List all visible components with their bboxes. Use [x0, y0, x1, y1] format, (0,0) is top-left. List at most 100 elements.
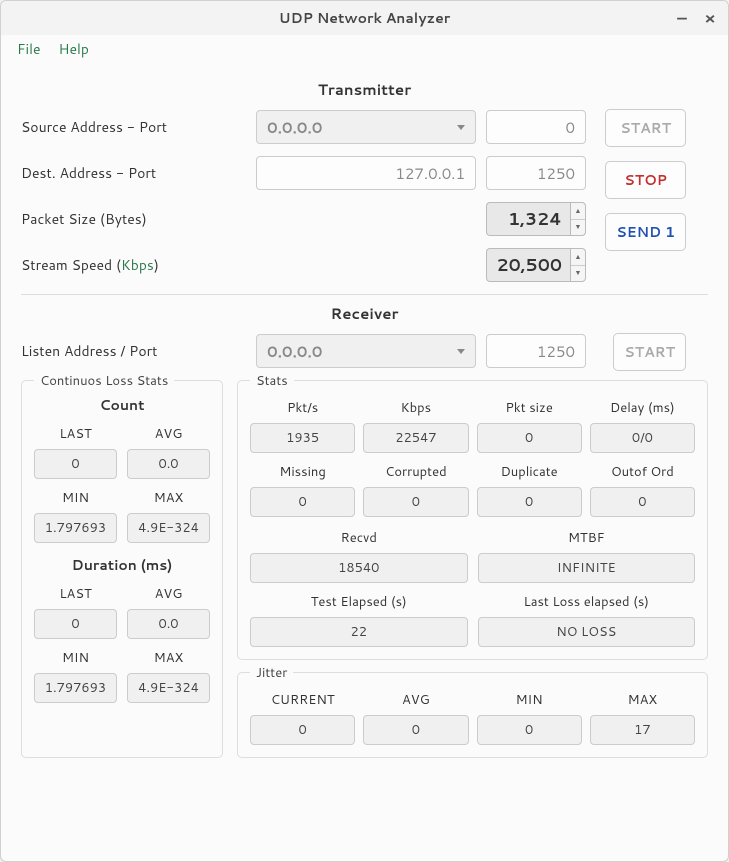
stats-pkts: 1935 — [250, 423, 355, 453]
close-icon[interactable]: × — [702, 10, 718, 26]
app-window: UDP Network Analyzer – × File Help Trans… — [0, 0, 729, 862]
loss-count-min: 1.797693 — [34, 513, 117, 543]
stats-pktsize: 0 — [477, 423, 582, 453]
window-controls: – × — [674, 1, 718, 35]
jitter-min: 0 — [477, 715, 582, 745]
stats-corrupted: 0 — [363, 487, 468, 517]
transmitter-title: Transmitter — [21, 79, 708, 100]
loss-dur-min-label: MIN — [34, 649, 117, 667]
packet-size-up-icon[interactable]: ▲ — [571, 203, 585, 220]
packet-size-spinner[interactable]: ▲ ▼ — [486, 202, 586, 236]
stats-title: Stats — [250, 372, 294, 390]
titlebar: UDP Network Analyzer – × — [1, 1, 728, 35]
loss-stats-title: Continuos Loss Stats — [34, 372, 174, 390]
loss-dur-max: 4.9E-324 — [127, 673, 210, 703]
tx-start-button[interactable]: START — [605, 109, 686, 147]
stats-delay-label: Delay (ms) — [590, 399, 695, 417]
stats-duplicate-label: Duplicate — [477, 463, 582, 481]
dest-port-input[interactable] — [486, 156, 586, 190]
stats-missing-label: Missing — [250, 463, 355, 481]
stats-kbps: 22547 — [363, 423, 468, 453]
stats-column: Stats Pkt/s Kbps Pkt size Delay (ms) 193… — [237, 380, 708, 758]
packet-size-down-icon[interactable]: ▼ — [571, 220, 585, 236]
loss-count-max-label: MAX — [127, 489, 210, 507]
loss-dur-max-label: MAX — [127, 649, 210, 667]
listen-row: Listen Address / Port 0.0.0.0 — [21, 334, 708, 368]
jitter-avg-label: AVG — [363, 691, 468, 709]
jitter-current: 0 — [250, 715, 355, 745]
stream-speed-spinner[interactable]: ▲ ▼ — [486, 248, 586, 282]
loss-count-head: Count — [34, 395, 210, 415]
listen-port-input[interactable] — [486, 334, 586, 368]
receiver-title: Receiver — [21, 303, 708, 324]
source-label: Source Address - Port — [21, 117, 246, 137]
stats-elapsed-label: Test Elapsed (s) — [250, 593, 468, 611]
window-title: UDP Network Analyzer — [279, 8, 450, 28]
stream-speed-down-icon[interactable]: ▼ — [571, 266, 585, 282]
transmitter-section: Transmitter START STOP SEND 1 Source Add… — [21, 79, 708, 282]
stats-group: Stats Pkt/s Kbps Pkt size Delay (ms) 193… — [237, 380, 708, 660]
stream-speed-up-icon[interactable]: ▲ — [571, 249, 585, 266]
stats-outoford: 0 — [590, 487, 695, 517]
rx-start-button[interactable]: START — [613, 333, 686, 371]
loss-dur-min: 1.797693 — [34, 673, 117, 703]
transmitter-buttons: START STOP SEND 1 — [605, 109, 686, 251]
bottom-panels: Continuos Loss Stats Count LAST AVG 0 0.… — [21, 380, 708, 758]
jitter-min-label: MIN — [477, 691, 582, 709]
stats-corrupted-label: Corrupted — [363, 463, 468, 481]
minimize-icon[interactable]: – — [674, 10, 690, 26]
divider — [21, 294, 708, 295]
stream-speed-input[interactable] — [486, 248, 570, 282]
listen-address-value: 0.0.0.0 — [267, 341, 322, 362]
packet-size-label: Packet Size (Bytes) — [21, 209, 246, 229]
jitter-max-label: MAX — [590, 691, 695, 709]
loss-dur-last: 0 — [34, 609, 117, 639]
stats-delay: 0/0 — [590, 423, 695, 453]
source-address-combo[interactable]: 0.0.0.0 — [256, 110, 476, 144]
stats-pktsize-label: Pkt size — [477, 399, 582, 417]
stats-outoford-label: Outof Ord — [590, 463, 695, 481]
loss-count-avg-label: AVG — [127, 425, 210, 443]
loss-count-avg: 0.0 — [127, 449, 210, 479]
loss-dur-avg: 0.0 — [127, 609, 210, 639]
stats-elapsed: 22 — [250, 617, 468, 647]
stats-pkts-label: Pkt/s — [250, 399, 355, 417]
menu-file[interactable]: File — [11, 35, 47, 63]
stats-duplicate: 0 — [477, 487, 582, 517]
loss-dur-last-label: LAST — [34, 585, 117, 603]
tx-stop-button[interactable]: STOP — [605, 161, 686, 199]
listen-address-combo[interactable]: 0.0.0.0 — [256, 334, 476, 368]
jitter-current-label: CURRENT — [250, 691, 355, 709]
packet-size-input[interactable] — [486, 202, 570, 236]
stats-recvd-label: Recvd — [250, 529, 468, 547]
jitter-title: Jitter — [250, 664, 293, 682]
jitter-max: 17 — [590, 715, 695, 745]
receiver-section: Receiver START STOP CSV Listen Address /… — [21, 303, 708, 758]
stats-kbps-label: Kbps — [363, 399, 468, 417]
stream-speed-row: Stream Speed (Kbps) ▲ ▼ — [21, 248, 708, 282]
menu-help[interactable]: Help — [53, 35, 95, 63]
menubar: File Help — [1, 35, 728, 63]
stats-mtbf-label: MTBF — [478, 529, 696, 547]
source-address-value: 0.0.0.0 — [267, 117, 322, 138]
stats-recvd: 18540 — [250, 553, 468, 583]
listen-label: Listen Address / Port — [21, 341, 246, 361]
loss-dur-avg-label: AVG — [127, 585, 210, 603]
stream-speed-label: Stream Speed (Kbps) — [21, 255, 246, 275]
source-port-input[interactable] — [486, 110, 586, 144]
stats-lastloss: NO LOSS — [478, 617, 696, 647]
stats-mtbf: INFINITE — [478, 553, 696, 583]
stats-lastloss-label: Last Loss elapsed (s) — [478, 593, 696, 611]
jitter-group: Jitter CURRENT AVG MIN MAX 0 0 0 17 — [237, 672, 708, 758]
stats-missing: 0 — [250, 487, 355, 517]
loss-stats-group: Continuos Loss Stats Count LAST AVG 0 0.… — [21, 380, 223, 758]
loss-dur-head: Duration (ms) — [34, 555, 210, 575]
dest-address-input[interactable] — [256, 156, 476, 190]
loss-count-min-label: MIN — [34, 489, 117, 507]
loss-count-last: 0 — [34, 449, 117, 479]
loss-count-max: 4.9E-324 — [127, 513, 210, 543]
content-area: Transmitter START STOP SEND 1 Source Add… — [1, 63, 728, 772]
tx-send1-button[interactable]: SEND 1 — [605, 213, 686, 251]
loss-count-last-label: LAST — [34, 425, 117, 443]
jitter-avg: 0 — [363, 715, 468, 745]
